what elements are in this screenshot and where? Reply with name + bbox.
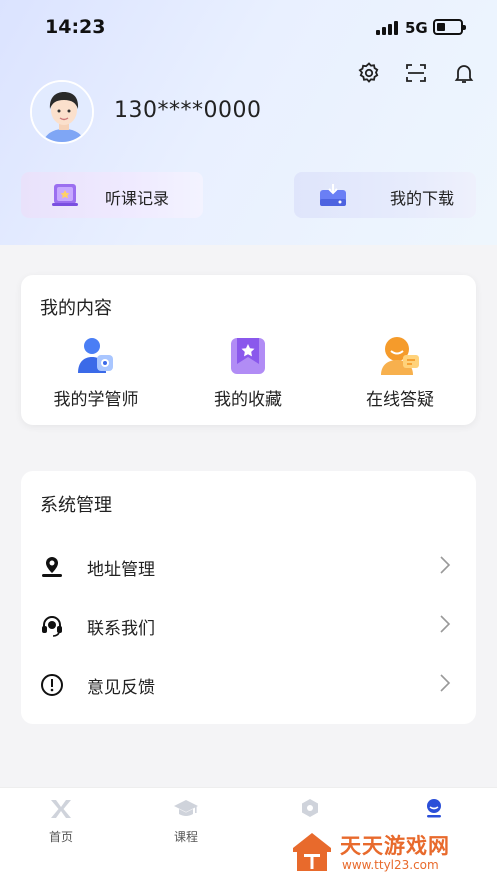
status-time: 14:23: [45, 16, 106, 38]
star-bookmark-icon: [227, 335, 269, 377]
tab-courses-label: 课程: [173, 830, 198, 844]
feedback-label: 意见反馈: [87, 678, 155, 698]
user-icon: [421, 796, 447, 822]
user-phone: 130****0000: [114, 98, 262, 123]
avatar[interactable]: [30, 80, 94, 144]
download-box-icon: [318, 181, 350, 209]
signal-icon: [376, 21, 400, 35]
home-logo-icon: [48, 796, 74, 822]
my-favorites-item[interactable]: 我的收藏: [178, 335, 318, 415]
my-download-button[interactable]: 我的下载: [294, 172, 476, 218]
chevron-right-icon: [439, 555, 451, 575]
teacher-icon: [75, 335, 117, 377]
chat-person-icon: [379, 335, 421, 377]
listening-record-button[interactable]: 听课记录: [21, 172, 203, 218]
tab-home-label: 首页: [48, 830, 73, 844]
online-qa-item[interactable]: 在线答疑: [330, 335, 470, 415]
contact-us-label: 联系我们: [87, 619, 155, 639]
my-content-card: 我的内容 我的学管师 我的收藏 在线答疑: [21, 275, 476, 425]
chevron-right-icon: [439, 614, 451, 634]
watermark-house-icon: [290, 830, 334, 874]
book-icon: [51, 181, 81, 209]
listening-record-label: 听课记录: [105, 189, 170, 208]
watermark-logo: 天天游戏网 www.ttyl23.com: [290, 828, 490, 878]
my-content-title: 我的内容: [40, 298, 112, 319]
bell-icon[interactable]: [451, 60, 477, 86]
my-favorites-label: 我的收藏: [214, 390, 282, 410]
address-management-row[interactable]: 地址管理: [21, 541, 476, 597]
scan-icon[interactable]: [403, 60, 429, 86]
address-management-label: 地址管理: [87, 560, 155, 580]
network-label: 5G: [405, 19, 428, 37]
tab-courses[interactable]: 课程: [146, 796, 226, 856]
contact-us-row[interactable]: 联系我们: [21, 600, 476, 656]
tab-home[interactable]: 首页: [21, 796, 101, 856]
feedback-row[interactable]: 意见反馈: [21, 659, 476, 715]
watermark-title: 天天游戏网: [340, 834, 450, 858]
system-management-title: 系统管理: [40, 495, 112, 516]
battery-icon: [433, 19, 466, 35]
watermark-url: www.ttyl23.com: [342, 858, 439, 872]
status-bar: 14:23 5G: [0, 0, 497, 56]
chevron-right-icon: [439, 673, 451, 693]
gear-icon[interactable]: [356, 60, 382, 86]
my-download-label: 我的下载: [390, 189, 455, 208]
hexagon-icon: [297, 796, 323, 822]
headset-icon: [40, 614, 64, 638]
location-person-icon: [40, 555, 64, 579]
my-tutor-item[interactable]: 我的学管师: [26, 335, 166, 415]
alert-circle-icon: [40, 673, 64, 697]
graduation-cap-icon: [173, 796, 199, 822]
my-tutor-label: 我的学管师: [53, 390, 139, 410]
system-management-card: 系统管理 地址管理 联系我们 意见反馈: [21, 471, 476, 724]
online-qa-label: 在线答疑: [366, 390, 434, 410]
